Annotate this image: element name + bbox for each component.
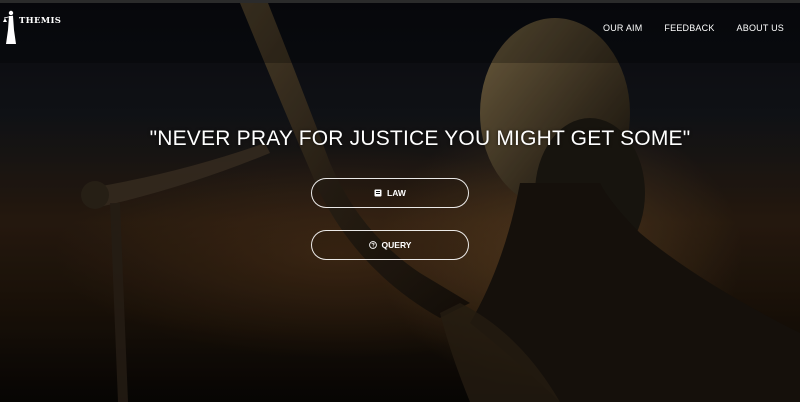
- law-button[interactable]: LAW: [311, 178, 469, 208]
- nav-feedback[interactable]: FEEDBACK: [664, 23, 714, 33]
- nav-about-us[interactable]: ABOUT US: [737, 23, 784, 33]
- brand-name: THEMIS: [19, 16, 62, 26]
- book-icon: [374, 189, 382, 197]
- brand-logo[interactable]: THEMIS: [3, 6, 61, 46]
- query-button-label: QUERY: [381, 240, 412, 250]
- nav-our-aim[interactable]: OUR AIM: [603, 23, 642, 33]
- query-button[interactable]: QUERY: [311, 230, 469, 260]
- hero-quote: "NEVER PRAY FOR JUSTICE YOU MIGHT GET SO…: [149, 127, 691, 150]
- question-circle-icon: [368, 241, 377, 249]
- lady-justice-logo-icon: [3, 10, 16, 44]
- top-navigation: OUR AIM FEEDBACK ABOUT US: [603, 23, 784, 33]
- law-button-label: LAW: [387, 188, 406, 198]
